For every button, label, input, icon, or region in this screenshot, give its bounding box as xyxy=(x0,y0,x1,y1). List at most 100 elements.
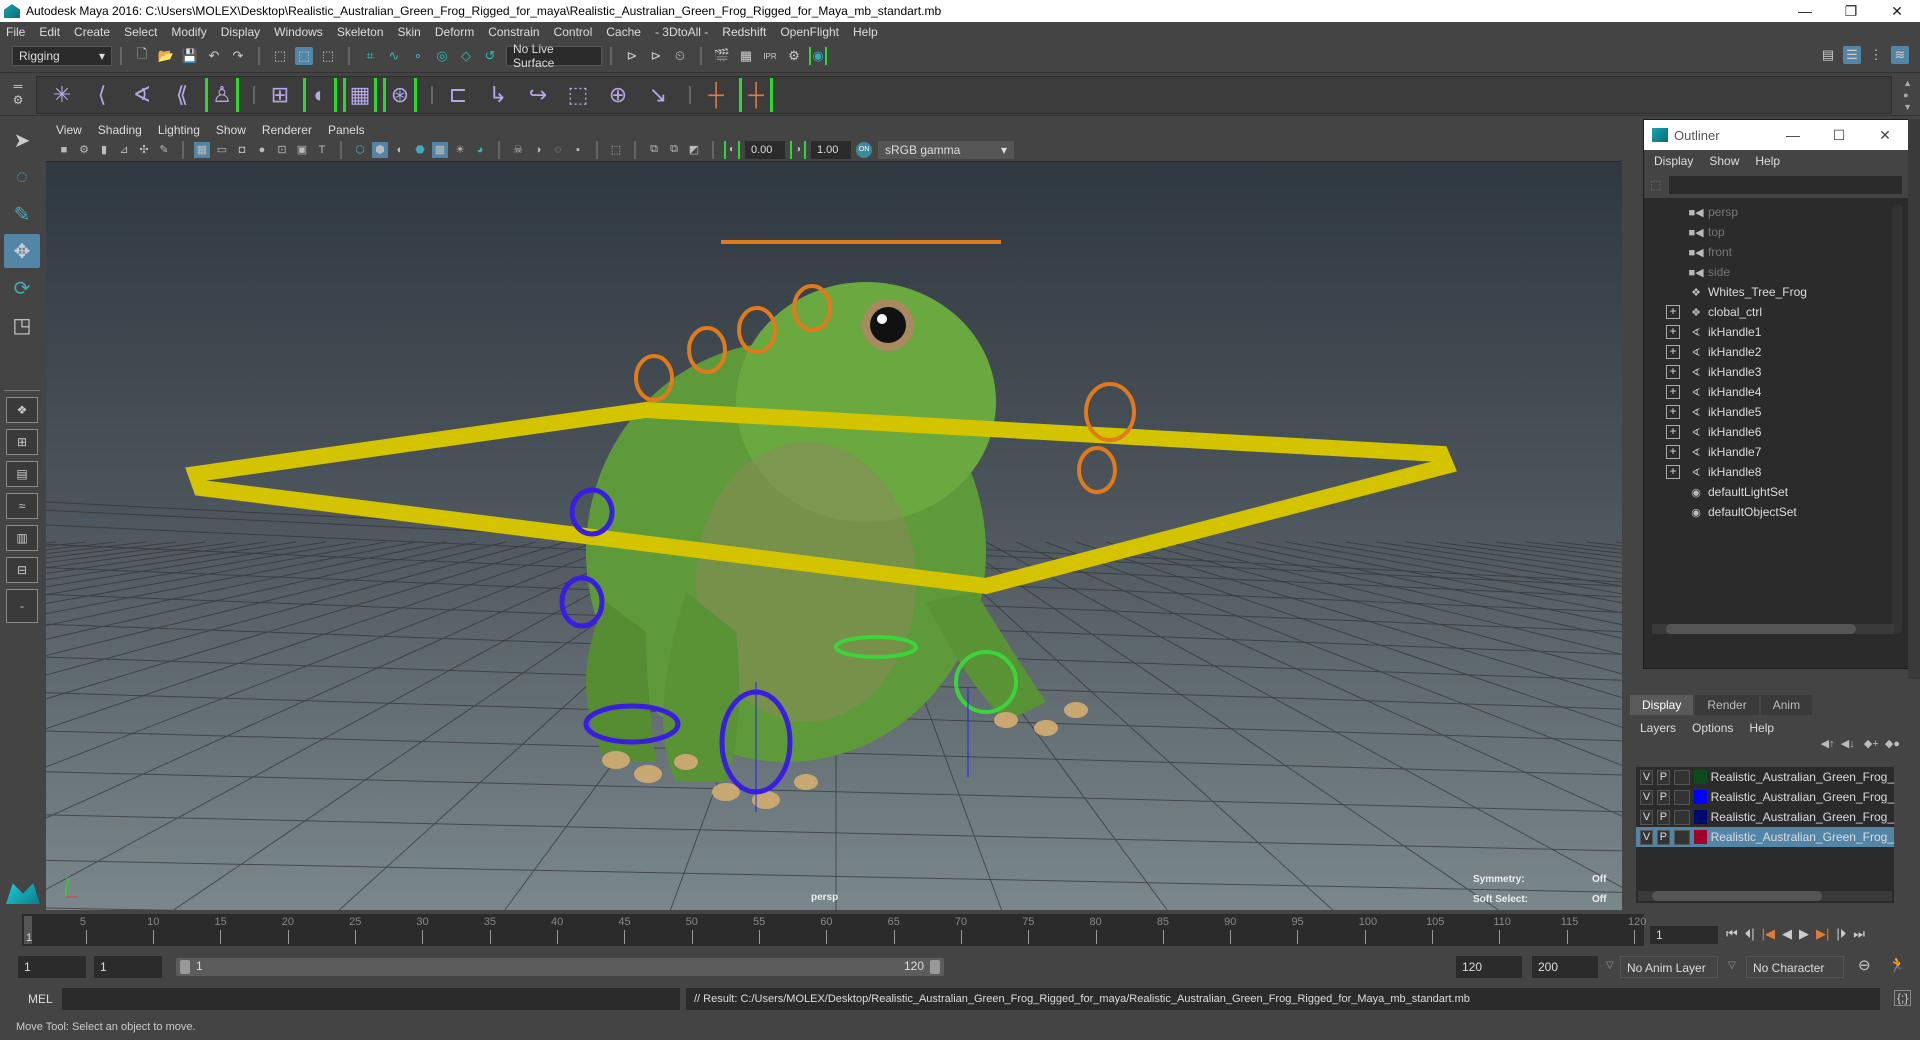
ik-spline-icon[interactable]: ⟪ xyxy=(165,78,199,112)
chevron-down-icon[interactable]: ▽ xyxy=(1728,960,1736,971)
redo-icon[interactable]: ↷ xyxy=(229,47,247,65)
xray-active-components-icon[interactable]: ⧉ xyxy=(666,142,682,158)
attribute-editor-toggle-icon[interactable]: ☰ xyxy=(1843,46,1861,64)
expand-icon[interactable]: + xyxy=(1666,425,1680,439)
tab-anim[interactable]: Anim xyxy=(1760,695,1813,715)
outliner-menu-show[interactable]: Show xyxy=(1709,154,1739,168)
menu-file[interactable]: File xyxy=(6,25,25,39)
rotate-tool-icon[interactable]: ⟳ xyxy=(4,271,40,305)
parent-constraint-icon[interactable]: ⊏ xyxy=(441,78,475,112)
paint-select-tool-icon[interactable]: ✎ xyxy=(4,197,40,231)
outliner-menu-display[interactable]: Display xyxy=(1654,154,1693,168)
layer-visibility-toggle[interactable]: V xyxy=(1640,769,1653,785)
grid-icon[interactable]: ▦ xyxy=(194,141,210,158)
isolate-select-icon[interactable]: ⬚ xyxy=(608,142,624,158)
menu-display[interactable]: Display xyxy=(221,25,260,39)
layer-color-swatch[interactable] xyxy=(1694,810,1707,824)
quick-rig-icon[interactable]: ♙ xyxy=(205,78,239,112)
ik-handle-icon[interactable]: ∢ xyxy=(125,78,159,112)
expand-icon[interactable]: + xyxy=(1666,305,1680,319)
channel-box-toggle-icon[interactable]: ≋ xyxy=(1891,46,1909,64)
layer-type-toggle[interactable] xyxy=(1673,829,1691,845)
layer-visibility-toggle[interactable]: V xyxy=(1640,829,1653,845)
menu-windows[interactable]: Windows xyxy=(274,25,323,39)
snap-grid-icon[interactable]: ⌗ xyxy=(361,47,379,65)
render-view-icon[interactable]: 🎬 xyxy=(713,47,731,65)
menu-help[interactable]: Help xyxy=(853,25,878,39)
modeling-toolkit-icon[interactable]: ▤ xyxy=(1819,46,1837,64)
save-scene-icon[interactable]: 💾 xyxy=(181,47,199,65)
layer-menu-layers[interactable]: Layers xyxy=(1640,721,1676,735)
layer-playback-toggle[interactable]: P xyxy=(1656,829,1670,845)
smooth-shade-icon[interactable]: ⬢ xyxy=(372,141,388,158)
construction-history-icon[interactable]: ⏲ xyxy=(671,47,689,65)
outliner-item[interactable]: + ∢ ikHandle8 xyxy=(1644,462,1908,482)
outliner-menu-help[interactable]: Help xyxy=(1755,154,1780,168)
safe-action-icon[interactable]: ▣ xyxy=(294,142,310,158)
command-input[interactable] xyxy=(62,988,680,1010)
undo-icon[interactable]: ↶ xyxy=(205,47,223,65)
layer-row[interactable]: V P Realistic_Australian_Green_Frog_ xyxy=(1636,787,1894,807)
menu-redshift[interactable]: Redshift xyxy=(722,25,766,39)
outliner-item[interactable]: + ∢ ikHandle5 xyxy=(1644,402,1908,422)
point-constraint-icon[interactable]: ↳ xyxy=(481,78,515,112)
insert-joint-icon[interactable]: ⟨ xyxy=(85,78,119,112)
outliner-maximize-button[interactable]: ☐ xyxy=(1816,127,1862,144)
safe-title-icon[interactable]: T xyxy=(314,142,330,158)
persp-graph-outliner-layout-icon[interactable]: ⊟ xyxy=(6,557,38,583)
exposure-icon[interactable]: ◐ xyxy=(724,140,740,159)
layer-playback-toggle[interactable]: P xyxy=(1656,789,1670,805)
play-backwards-icon[interactable]: ◀ xyxy=(1782,926,1792,942)
expand-icon[interactable]: + xyxy=(1666,325,1680,339)
layer-row[interactable]: V P Realistic_Australian_Green_Frog_ xyxy=(1636,767,1894,787)
panel-menu-shading[interactable]: Shading xyxy=(98,123,142,137)
outliner-item[interactable]: ■◀ persp xyxy=(1644,202,1908,222)
layer-type-toggle[interactable] xyxy=(1673,769,1691,785)
range-end-handle[interactable] xyxy=(930,960,940,974)
panel-menu-lighting[interactable]: Lighting xyxy=(158,123,200,137)
panel-menu-view[interactable]: View xyxy=(56,123,82,137)
outliner-item[interactable]: + ∢ ikHandle2 xyxy=(1644,342,1908,362)
chevron-down-icon[interactable]: ▽ xyxy=(1606,960,1614,971)
textured-icon[interactable]: ▩ xyxy=(432,141,448,158)
outliner-item[interactable]: ❖ Whites_Tree_Frog xyxy=(1644,282,1908,302)
outliner-item[interactable]: ◉ defaultLightSet xyxy=(1644,482,1908,502)
menu-cache[interactable]: Cache xyxy=(606,25,641,39)
exposure-field[interactable]: 0.00 xyxy=(745,140,785,159)
play-forwards-icon[interactable]: ▶ xyxy=(1799,926,1809,942)
step-forward-frame-icon[interactable]: |⏵ xyxy=(1836,926,1846,942)
render-settings-icon[interactable]: ⚙ xyxy=(785,47,803,65)
new-layer-icon[interactable]: ◆+ xyxy=(1864,738,1879,750)
shadows-icon[interactable]: ◕ xyxy=(472,142,488,158)
tab-display[interactable]: Display xyxy=(1630,695,1694,715)
select-camera-icon[interactable]: ■ xyxy=(56,142,72,158)
view-transform-dropdown[interactable]: sRGB gamma ▾ xyxy=(878,140,1014,159)
four-pane-layout-icon[interactable]: ⊞ xyxy=(6,429,38,455)
expand-icon[interactable]: + xyxy=(1666,345,1680,359)
minimize-button[interactable]: — xyxy=(1782,0,1828,22)
menu-deform[interactable]: Deform xyxy=(435,25,474,39)
gamma-field[interactable]: 1.00 xyxy=(811,140,851,159)
outliner-item[interactable]: ■◀ front xyxy=(1644,242,1908,262)
range-start-handle[interactable] xyxy=(180,960,190,974)
persp-graph-layout-icon[interactable]: ≈ xyxy=(6,493,38,519)
resolution-gate-icon[interactable]: ◘ xyxy=(234,142,250,158)
shelf-tabs-toggle[interactable]: ═ ⚙ xyxy=(8,79,28,107)
screen-space-ao-icon[interactable]: ☠ xyxy=(510,142,526,158)
menu-modify[interactable]: Modify xyxy=(171,25,206,39)
layer-playback-toggle[interactable]: P xyxy=(1656,809,1670,825)
wireframe-icon[interactable]: ⬡ xyxy=(352,142,368,158)
outliner-item[interactable]: ■◀ side xyxy=(1644,262,1908,282)
auto-key-icon[interactable]: ⊖ xyxy=(1858,956,1871,974)
layer-playback-toggle[interactable]: P xyxy=(1656,769,1670,785)
viewport-persp[interactable]: y persp Symmetry: Off Soft Select: Off xyxy=(46,162,1622,910)
shelf-scroll[interactable]: ▲ ● ▼ xyxy=(1903,77,1912,113)
menu-select[interactable]: Select xyxy=(124,25,157,39)
depth-of-field-icon[interactable]: ▪ xyxy=(570,142,586,158)
menu-control[interactable]: Control xyxy=(554,25,593,39)
menu-skin[interactable]: Skin xyxy=(398,25,421,39)
hypershade-icon[interactable]: ◉ xyxy=(809,47,827,65)
scale-tool-icon[interactable]: ◳ xyxy=(4,308,40,342)
paint-weights-icon[interactable]: ◐ xyxy=(303,78,337,112)
film-gate-icon[interactable]: ▭ xyxy=(214,142,230,158)
